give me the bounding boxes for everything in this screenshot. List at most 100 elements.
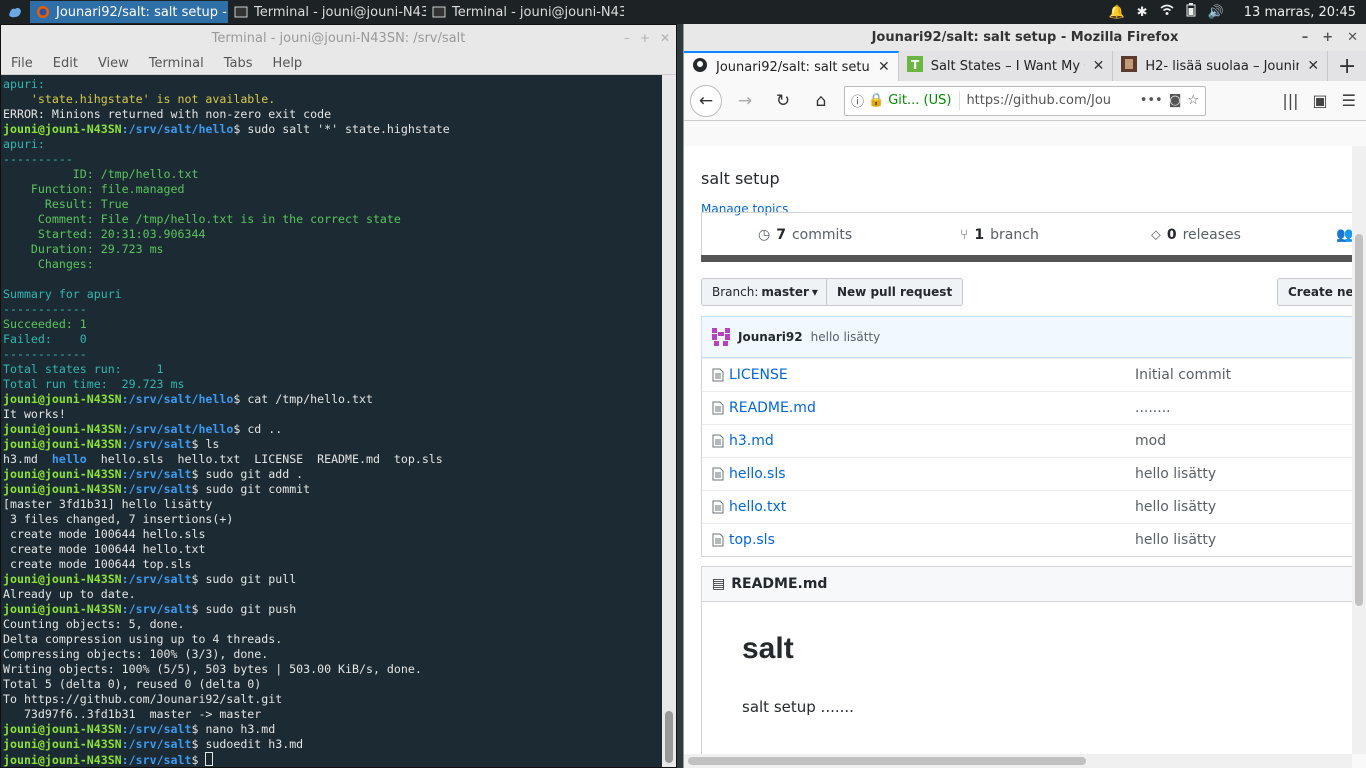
system-tray: 🔔 ✱ 🔊 13 marras, 20:45 bbox=[1108, 3, 1366, 21]
site-favicon-icon bbox=[1121, 56, 1138, 76]
page-actions-icon[interactable]: ••• bbox=[1140, 93, 1163, 108]
output-line: create mode 100644 top.sls bbox=[3, 557, 192, 571]
commits-stat[interactable]: ◷ 7 commits bbox=[758, 227, 852, 243]
new-tab-button[interactable]: + bbox=[1328, 51, 1366, 81]
close-icon[interactable]: ✕ bbox=[660, 31, 670, 45]
terminal-output[interactable]: apuri: 'state.hihgstate' is not availabl… bbox=[1, 75, 663, 767]
prompt-user: jouni@jouni-N43SN bbox=[3, 422, 122, 436]
bluetooth-icon[interactable]: ✱ bbox=[1137, 5, 1148, 20]
sidebar-icon[interactable]: ▣ bbox=[1313, 91, 1328, 110]
volume-icon[interactable]: 🔊 bbox=[1208, 5, 1224, 20]
avatar[interactable] bbox=[712, 328, 730, 346]
maximize-icon[interactable]: + bbox=[1322, 30, 1333, 45]
bookmark-star-icon[interactable]: ☆ bbox=[1187, 93, 1199, 108]
url-bar[interactable]: ⓘ 🔒 Git... (US) https://github.com/Jou •… bbox=[844, 85, 1206, 116]
file-icon bbox=[712, 467, 724, 481]
readme-paragraph: salt setup ....... bbox=[742, 698, 854, 716]
menu-edit[interactable]: Edit bbox=[53, 56, 78, 71]
forward-button[interactable]: → bbox=[730, 86, 760, 116]
output-line: Failed: 0 bbox=[3, 332, 87, 346]
url-text[interactable]: https://github.com/Jou bbox=[966, 93, 1133, 108]
home-button[interactable]: ⌂ bbox=[806, 86, 836, 116]
output-line: apuri: bbox=[3, 77, 45, 91]
close-icon[interactable]: ✕ bbox=[1347, 30, 1358, 45]
tab-salt-states[interactable]: T Salt States – I Want My Com ✕ bbox=[899, 51, 1114, 81]
command: $ ls bbox=[191, 437, 220, 451]
wifi-icon[interactable] bbox=[1160, 4, 1174, 20]
file-name[interactable]: hello.txt bbox=[729, 499, 786, 515]
pocket-icon[interactable]: ◙ bbox=[1169, 93, 1182, 108]
taskbar-item-terminal-2[interactable]: Terminal - jouni@jouni-N43S... bbox=[426, 1, 624, 23]
menu-view[interactable]: View bbox=[98, 56, 129, 71]
new-pull-request-button[interactable]: New pull request bbox=[826, 278, 964, 306]
menu-terminal[interactable]: Terminal bbox=[149, 56, 204, 71]
command: $ sudo git add . bbox=[191, 467, 304, 481]
file-name[interactable]: README.md bbox=[729, 400, 816, 416]
menu-file[interactable]: File bbox=[11, 56, 33, 71]
prompt-path: :/srv/salt bbox=[121, 572, 192, 586]
prompt-path: :/srv/salt bbox=[121, 467, 192, 481]
clock[interactable]: 13 marras, 20:45 bbox=[1244, 5, 1356, 20]
minimize-icon[interactable]: – bbox=[1302, 30, 1309, 45]
site-identity[interactable]: ⓘ 🔒 Git... (US) bbox=[851, 91, 961, 110]
file-commit-msg[interactable]: hello lisätty bbox=[1135, 499, 1216, 515]
firefox-titlebar[interactable]: Jounari92/salt: salt setup - Mozilla Fir… bbox=[684, 24, 1366, 51]
output-line: 'state.hihgstate' is not available. bbox=[3, 92, 276, 106]
tab-close-icon[interactable]: ✕ bbox=[1307, 58, 1319, 74]
branch-select-button[interactable]: Branch: master ▾ bbox=[701, 278, 829, 306]
battery-icon[interactable] bbox=[1186, 3, 1196, 21]
scrollbar-thumb[interactable] bbox=[665, 711, 673, 763]
reload-button[interactable]: ↻ bbox=[768, 86, 798, 116]
whisker-menu-icon[interactable] bbox=[0, 0, 30, 24]
branch-stat[interactable]: ⑂ 1 branch bbox=[960, 227, 1039, 243]
file-commit-msg[interactable]: hello lisätty bbox=[1135, 466, 1216, 482]
hamburger-menu-icon[interactable]: ☰ bbox=[1342, 91, 1356, 110]
menu-tabs[interactable]: Tabs bbox=[224, 56, 253, 71]
command: $ sudo git pull bbox=[191, 572, 297, 586]
file-commit-msg[interactable]: Initial commit bbox=[1135, 367, 1231, 383]
terminal-scrollbar[interactable] bbox=[662, 75, 676, 767]
file-icon bbox=[712, 434, 724, 448]
file-commit-msg[interactable]: ........ bbox=[1135, 400, 1171, 416]
minimize-icon[interactable]: – bbox=[624, 31, 630, 45]
file-commit-msg[interactable]: mod bbox=[1135, 433, 1166, 449]
file-name[interactable]: h3.md bbox=[729, 433, 774, 449]
page-vertical-scrollbar[interactable] bbox=[1352, 146, 1366, 754]
file-commit-msg[interactable]: hello lisätty bbox=[1135, 532, 1216, 548]
notification-bell-icon[interactable]: 🔔 bbox=[1108, 5, 1124, 20]
output-line: Duration: 29.723 ms bbox=[3, 242, 164, 256]
maximize-icon[interactable]: + bbox=[640, 31, 650, 45]
tab-h2[interactable]: H2- lisää suolaa – Jounin Lin ✕ bbox=[1113, 51, 1329, 81]
back-button[interactable]: ← bbox=[690, 84, 722, 117]
file-name[interactable]: hello.sls bbox=[729, 466, 786, 482]
page-horizontal-scrollbar[interactable] bbox=[684, 754, 1352, 768]
scrollbar-thumb[interactable] bbox=[688, 757, 1086, 765]
taskbar-item-terminal-1[interactable]: Terminal - jouni@jouni-N43S... bbox=[228, 1, 426, 23]
output-line: Counting objects: 5, done. bbox=[3, 617, 185, 631]
ls-dir: hello bbox=[51, 452, 87, 466]
tab-github[interactable]: Jounari92/salt: salt setup ✕ bbox=[684, 51, 899, 81]
readme-title: README.md bbox=[731, 576, 828, 592]
book-icon: ▤ bbox=[712, 576, 726, 592]
scrollbar-thumb[interactable] bbox=[1355, 234, 1363, 606]
menu-help[interactable]: Help bbox=[273, 56, 303, 71]
terminal-titlebar[interactable]: Terminal - jouni@jouni-N43SN: /srv/salt … bbox=[1, 25, 676, 52]
window-title: Jounari92/salt: salt setup - Mozilla Fir… bbox=[871, 30, 1179, 45]
lock-icon: 🔒 bbox=[868, 93, 885, 108]
file-name[interactable]: top.sls bbox=[729, 532, 775, 548]
file-name[interactable]: LICENSE bbox=[729, 367, 788, 383]
releases-stat[interactable]: ⬦ 0 releases bbox=[1151, 227, 1241, 243]
library-icon[interactable]: ||| bbox=[1282, 91, 1298, 110]
commit-author[interactable]: Jounari92 bbox=[738, 330, 803, 344]
commit-message[interactable]: hello lisätty bbox=[811, 330, 881, 344]
command: $ sudo salt '*' state.highstate bbox=[233, 122, 450, 136]
output-line: Total run time: 29.723 ms bbox=[3, 377, 185, 391]
file-row: hello.txt hello lisätty bbox=[702, 490, 1352, 523]
github-icon bbox=[692, 57, 708, 77]
tab-close-icon[interactable]: ✕ bbox=[1093, 58, 1105, 74]
create-new-file-button[interactable]: Create new bbox=[1277, 278, 1352, 306]
taskbar-item-firefox[interactable]: Jounari92/salt: salt setup - M... bbox=[30, 1, 228, 23]
tab-close-icon[interactable]: ✕ bbox=[878, 59, 890, 75]
contributors-icon[interactable]: 👥 bbox=[1336, 227, 1352, 243]
output-line: ------------ bbox=[3, 347, 87, 361]
